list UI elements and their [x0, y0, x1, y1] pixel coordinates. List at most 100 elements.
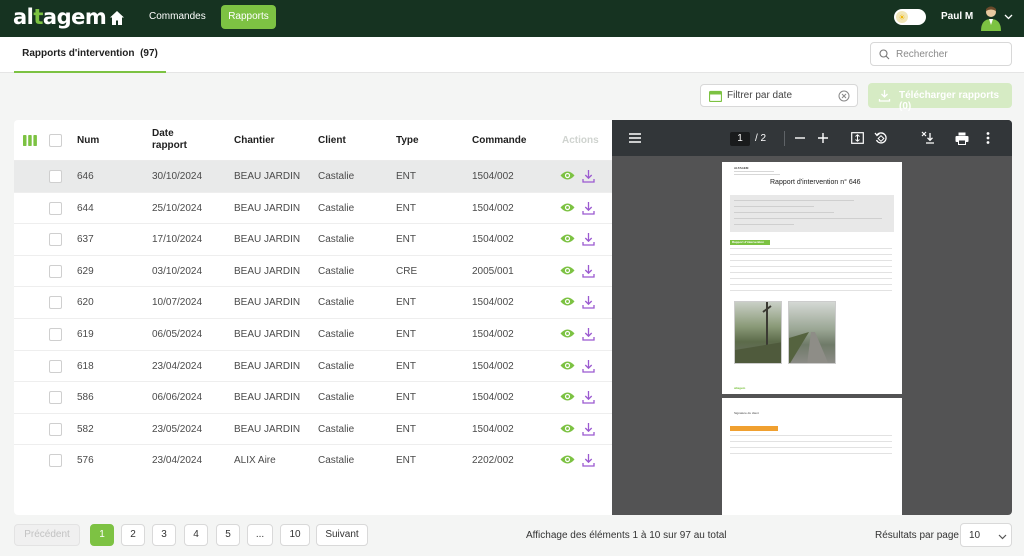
user-avatar-icon[interactable] [980, 5, 1002, 31]
download-icon[interactable] [582, 232, 595, 246]
download-icon[interactable] [921, 131, 935, 145]
column-header-client[interactable]: Client [318, 135, 346, 146]
select-all-checkbox[interactable] [49, 134, 62, 147]
more-options-icon[interactable] [986, 132, 990, 144]
next-page-button[interactable]: Suivant [316, 524, 368, 546]
pdf-row-line [730, 441, 892, 442]
nav-rapports[interactable]: Rapports [221, 5, 276, 29]
page-button-4[interactable]: 4 [184, 524, 208, 546]
print-icon[interactable] [955, 132, 969, 145]
previous-page-button[interactable]: Précédent [14, 524, 80, 546]
column-header-date-line2: rapport [152, 140, 187, 151]
search-input[interactable] [896, 46, 1008, 62]
download-icon[interactable] [582, 359, 595, 373]
columns-icon[interactable] [23, 135, 37, 146]
cell-num: 646 [77, 171, 94, 182]
table-row[interactable]: 586 06/06/2024 BEAU JARDIN Castalie ENT … [14, 382, 612, 414]
row-checkbox[interactable] [49, 233, 62, 247]
column-header-chantier[interactable]: Chantier [234, 135, 275, 146]
eye-icon[interactable] [560, 327, 575, 340]
table-row[interactable]: 618 23/04/2024 BEAU JARDIN Castalie ENT … [14, 351, 612, 383]
page-button-5[interactable]: 5 [216, 524, 240, 546]
table-row[interactable]: 619 06/05/2024 BEAU JARDIN Castalie ENT … [14, 319, 612, 351]
table-row[interactable]: 629 03/10/2024 BEAU JARDIN Castalie CRE … [14, 256, 612, 288]
fit-page-icon[interactable] [851, 132, 864, 144]
eye-icon[interactable] [560, 295, 575, 308]
row-checkbox[interactable] [49, 296, 62, 310]
table-row[interactable]: 637 17/10/2024 BEAU JARDIN Castalie ENT … [14, 224, 612, 256]
home-icon[interactable] [108, 9, 126, 27]
toolbar-divider [784, 131, 785, 146]
eye-icon[interactable] [560, 264, 575, 277]
per-page-select[interactable]: 10 [960, 523, 1012, 547]
clear-circle-icon[interactable] [838, 90, 850, 102]
table-row[interactable]: 646 30/10/2024 BEAU JARDIN Castalie ENT … [14, 161, 612, 193]
eye-icon[interactable] [560, 201, 575, 214]
table-row[interactable]: 576 23/04/2024 ALIX Aire Castalie ENT 22… [14, 445, 612, 477]
download-icon[interactable] [582, 169, 595, 183]
rotate-icon[interactable] [874, 131, 888, 145]
logo-accent: t [33, 5, 43, 29]
eye-icon[interactable] [560, 453, 575, 466]
cell-num: 619 [77, 329, 94, 340]
eye-icon[interactable] [560, 390, 575, 403]
eye-icon[interactable] [560, 422, 575, 435]
pdf-viewer[interactable]: 1 / 2 ALTAGEM Rapport d'intervention n° … [612, 120, 1012, 515]
chevron-down-icon[interactable] [1004, 12, 1013, 21]
row-checkbox[interactable] [49, 201, 62, 215]
row-checkbox[interactable] [49, 454, 62, 468]
cell-type: ENT [396, 423, 416, 435]
theme-toggle[interactable]: ☀ [894, 9, 926, 25]
download-icon[interactable] [582, 327, 595, 341]
eye-icon[interactable] [560, 359, 575, 372]
download-icon[interactable] [582, 453, 595, 468]
download-icon[interactable] [582, 201, 595, 215]
cell-chantier: BEAU JARDIN [234, 423, 301, 435]
row-checkbox[interactable] [49, 170, 62, 183]
row-checkbox[interactable] [49, 422, 62, 436]
cell-num: 629 [77, 265, 94, 277]
cell-num: 637 [77, 234, 94, 246]
pdf-address-line [734, 171, 774, 172]
row-checkbox[interactable] [49, 359, 62, 373]
column-header-num[interactable]: Num [77, 135, 99, 146]
search-box[interactable] [870, 42, 1012, 66]
column-header-commande[interactable]: Commande [472, 135, 526, 146]
cell-type: CRE [396, 265, 418, 277]
column-header-date[interactable]: Date rapport [152, 128, 187, 152]
download-icon[interactable] [582, 264, 595, 278]
per-page-label: Résultats par page [875, 530, 959, 541]
tab-rapports-intervention[interactable]: Rapports d'intervention (97) [14, 37, 166, 73]
page-total: / 2 [755, 133, 767, 144]
page-button-10[interactable]: 10 [280, 524, 310, 546]
cell-commande: 1504/002 [472, 297, 514, 309]
eye-icon[interactable] [560, 232, 575, 245]
table-row[interactable]: 582 23/05/2024 BEAU JARDIN Castalie ENT … [14, 414, 612, 446]
column-header-type[interactable]: Type [396, 135, 419, 146]
date-filter[interactable]: Filtrer par date [700, 84, 858, 107]
download-icon[interactable] [582, 422, 595, 436]
page-header: Rapports d'intervention (97) [0, 37, 1024, 73]
zoom-in-icon[interactable] [818, 133, 828, 143]
menu-icon[interactable] [629, 133, 641, 143]
page-button-3[interactable]: 3 [152, 524, 176, 546]
table-row[interactable]: 620 10/07/2024 BEAU JARDIN Castalie ENT … [14, 287, 612, 319]
row-checkbox[interactable] [49, 391, 62, 405]
download-reports-button[interactable]: Télécharger rapports (0) [868, 83, 1012, 112]
download-icon[interactable] [582, 295, 595, 310]
path-icon [789, 332, 829, 363]
page-button-2[interactable]: 2 [121, 524, 145, 546]
download-icon[interactable] [582, 390, 595, 404]
eye-icon[interactable] [560, 169, 575, 182]
row-checkbox[interactable] [49, 264, 62, 278]
table-row[interactable]: 644 25/10/2024 BEAU JARDIN Castalie ENT … [14, 193, 612, 225]
page-button-1[interactable]: 1 [90, 524, 114, 546]
altagem-logo[interactable]: altagem [13, 5, 107, 29]
chevron-down-icon [998, 534, 1007, 540]
user-name[interactable]: Paul M [941, 11, 973, 22]
page-number-input[interactable]: 1 [730, 132, 750, 146]
nav-commandes[interactable]: Commandes [141, 5, 214, 29]
cell-client: Castalie [318, 171, 355, 182]
zoom-out-icon[interactable] [795, 137, 805, 139]
row-checkbox[interactable] [49, 328, 62, 341]
